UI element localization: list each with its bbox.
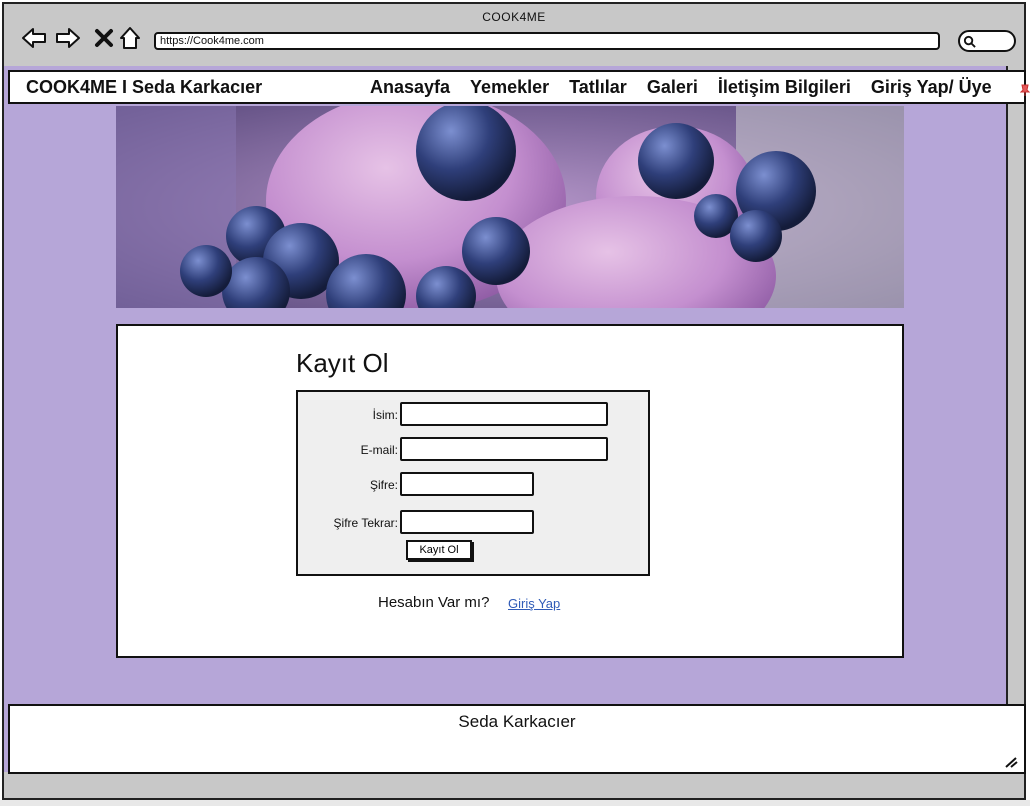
password-repeat-input[interactable] <box>400 510 534 534</box>
hero-image <box>116 106 904 308</box>
form-row-password-repeat: Şifre Tekrar: <box>298 510 398 534</box>
nav-link-tatlilar[interactable]: Tatlılar <box>569 77 627 98</box>
password-input[interactable] <box>400 472 534 496</box>
resize-grip-icon[interactable] <box>1004 756 1018 768</box>
search-field[interactable] <box>958 30 1016 52</box>
home-icon[interactable] <box>116 24 144 52</box>
password-label: Şifre: <box>369 478 398 492</box>
nav-link-galeri[interactable]: Galeri <box>647 77 698 98</box>
window-title: COOK4ME <box>482 10 546 24</box>
register-form: İsim: E-mail: Şifre: Şifre Tekrar: Kayıt… <box>296 390 650 576</box>
site-brand[interactable]: COOK4ME I Seda Karkacıer <box>26 77 262 98</box>
nav-links: Anasayfa Yemekler Tatlılar Galeri İletiş… <box>370 77 992 98</box>
name-input[interactable] <box>400 402 608 426</box>
name-label: İsim: <box>372 408 398 422</box>
register-submit-button[interactable]: Kayıt Ol <box>406 540 472 560</box>
form-row-email: E-mail: <box>298 437 398 461</box>
page-footer: Seda Karkacıer <box>8 704 1026 774</box>
have-account-text: Hesabın Var mı? <box>378 594 490 611</box>
close-icon[interactable] <box>90 24 118 52</box>
url-input[interactable]: https://Cook4me.com <box>154 32 940 50</box>
page-title: Kayıt Ol <box>296 348 389 378</box>
register-card: Kayıt Ol İsim: E-mail: Şifre: Şifre Tekr… <box>116 324 904 658</box>
email-input[interactable] <box>400 437 608 461</box>
password-repeat-label: Şifre Tekrar: <box>333 516 398 530</box>
bottom-scrollbar[interactable] <box>0 800 1030 806</box>
search-icon <box>963 35 976 48</box>
form-row-name: İsim: <box>298 402 398 426</box>
pin-icon <box>1020 84 1030 96</box>
nav-link-anasayfa[interactable]: Anasayfa <box>370 77 450 98</box>
footer-text: Seda Karkacıer <box>458 712 576 731</box>
nav-link-yemekler[interactable]: Yemekler <box>470 77 549 98</box>
login-link[interactable]: Giriş Yap <box>508 596 560 611</box>
back-icon[interactable] <box>20 24 48 52</box>
top-navbar: COOK4ME I Seda Karkacıer Anasayfa Yemekl… <box>8 70 1030 104</box>
nav-link-giris-uye[interactable]: Giriş Yap/ Üye <box>871 77 992 98</box>
nav-link-iletisim[interactable]: İletişim Bilgileri <box>718 77 851 98</box>
email-label: E-mail: <box>360 443 398 457</box>
form-row-password: Şifre: <box>298 472 398 496</box>
forward-icon[interactable] <box>54 24 82 52</box>
